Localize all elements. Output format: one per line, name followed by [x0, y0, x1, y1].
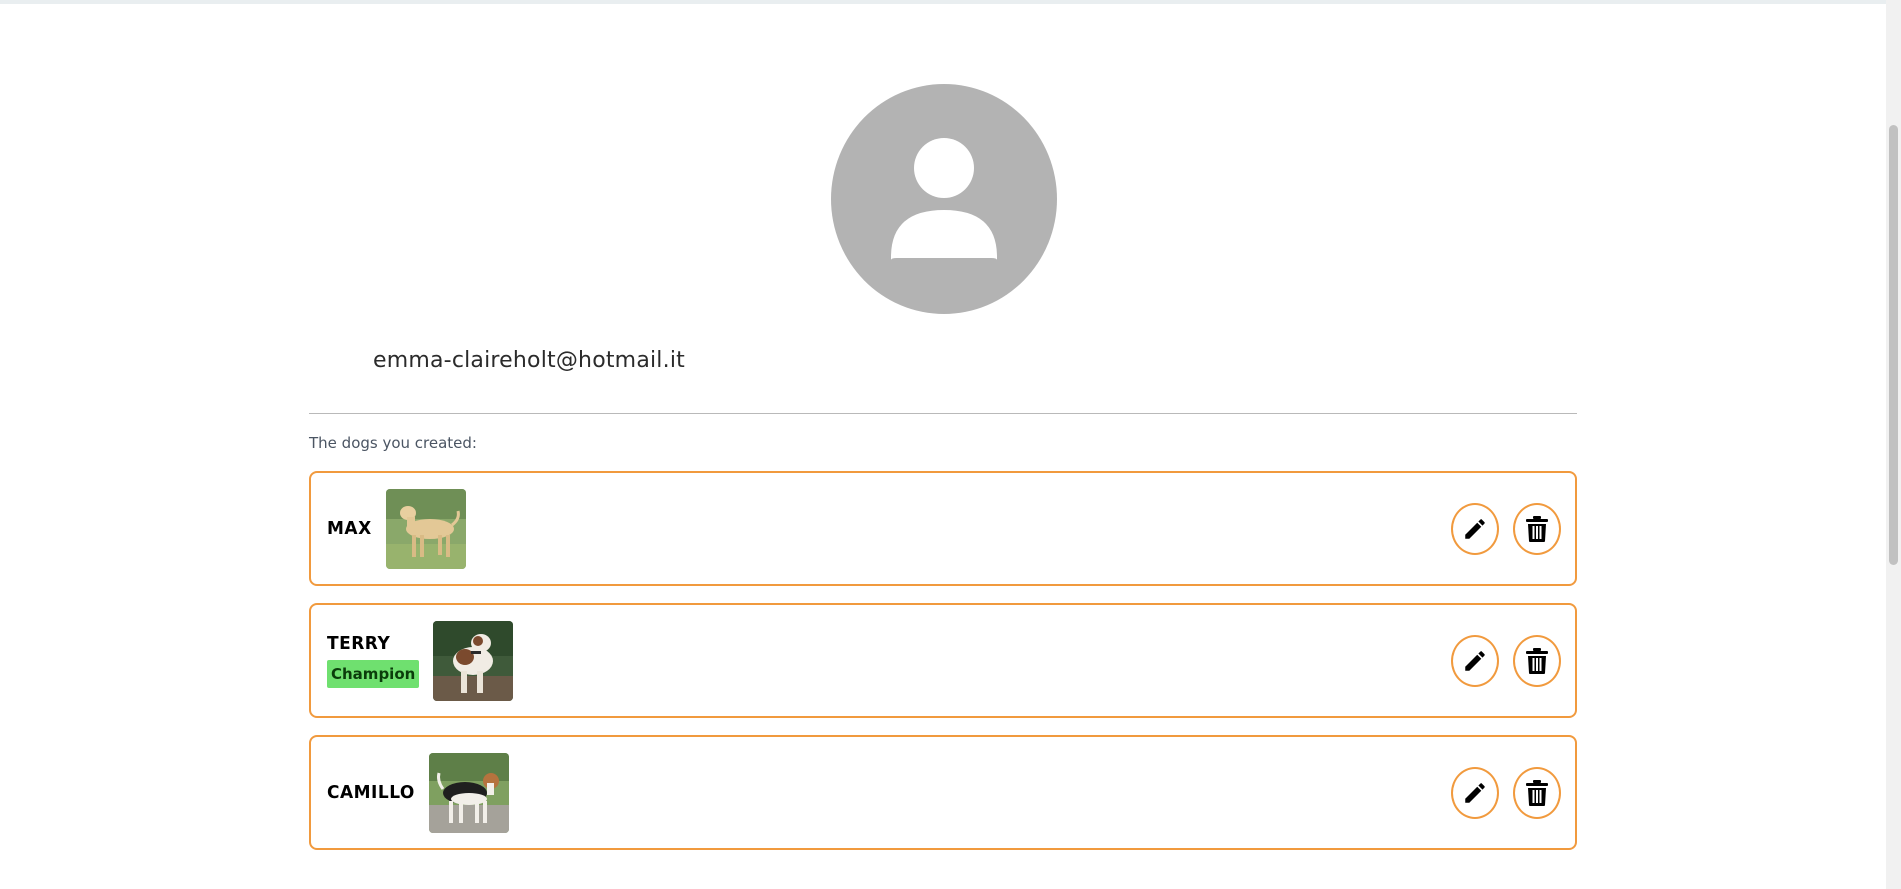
dog-info: MAX: [327, 473, 466, 584]
delete-dog-button[interactable]: [1513, 634, 1561, 687]
trash-icon: [1526, 647, 1548, 674]
dog-card-camillo: CAMILLO: [309, 735, 1577, 850]
dog-name: MAX: [327, 518, 372, 539]
delete-dog-button[interactable]: [1513, 766, 1561, 819]
avatar: [831, 84, 1057, 314]
dogs-section-label: The dogs you created:: [309, 434, 477, 452]
scrollbar-thumb[interactable]: [1889, 125, 1898, 565]
pencil-icon: [1465, 518, 1485, 539]
dog-info: CAMILLO: [327, 737, 509, 848]
edit-dog-button[interactable]: [1451, 634, 1499, 687]
pencil-icon: [1465, 782, 1485, 803]
dog-photo-camillo: [428, 752, 509, 833]
dog-actions: [1451, 473, 1561, 584]
dog-text: CAMILLO: [327, 782, 415, 803]
dog-name: TERRY: [327, 633, 391, 654]
profile-page: emma-claireholt@hotmail.it The dogs you …: [309, 0, 1577, 889]
dog-photo-terry: [433, 620, 514, 701]
dog-text: MAX: [327, 518, 372, 539]
user-icon: [891, 138, 997, 260]
delete-dog-button[interactable]: [1513, 502, 1561, 555]
edit-dog-button[interactable]: [1451, 766, 1499, 819]
dog-text: TERRY Champion: [327, 633, 420, 688]
champion-badge: Champion: [327, 659, 420, 688]
divider: [309, 413, 1577, 414]
vertical-scrollbar[interactable]: [1886, 0, 1901, 889]
trash-icon: [1526, 779, 1548, 806]
user-email: emma-claireholt@hotmail.it: [373, 348, 685, 373]
dog-info: TERRY Champion: [327, 605, 514, 716]
edit-dog-button[interactable]: [1451, 502, 1499, 555]
dog-actions: [1451, 605, 1561, 716]
dog-card-max: MAX: [309, 471, 1577, 586]
dog-photo-max: [385, 488, 466, 569]
dog-card-terry: TERRY Champion: [309, 603, 1577, 718]
dog-actions: [1451, 737, 1561, 848]
dog-list: MAX TERRY Champion CAMILLO: [309, 471, 1577, 867]
trash-icon: [1526, 515, 1548, 542]
pencil-icon: [1465, 650, 1485, 671]
dog-name: CAMILLO: [327, 782, 415, 803]
